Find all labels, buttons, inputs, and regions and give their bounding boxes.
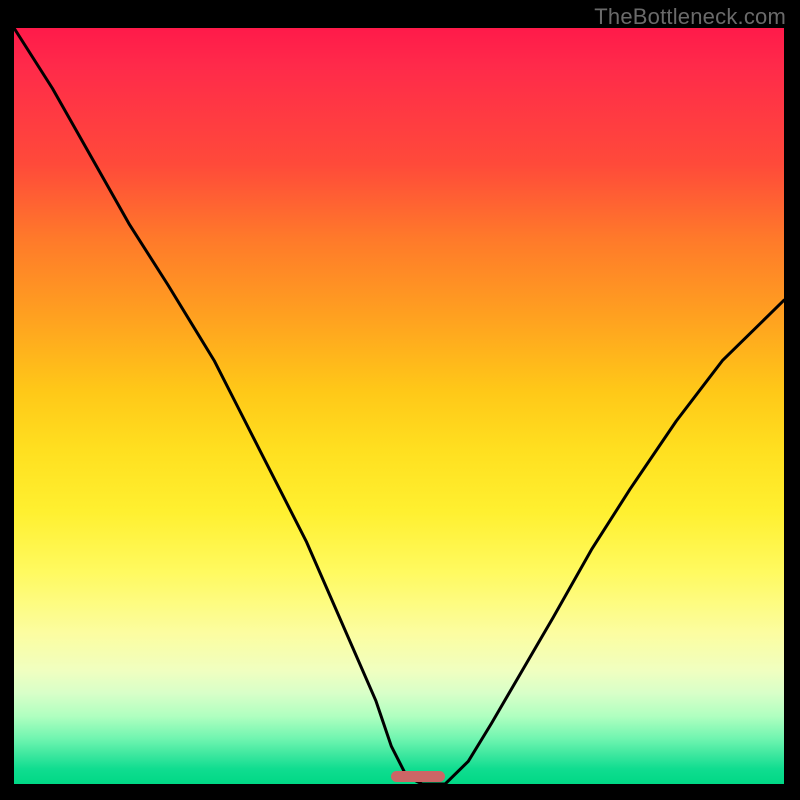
optimal-range-marker xyxy=(391,771,445,782)
chart-curve-svg xyxy=(14,28,784,784)
watermark-text: TheBottleneck.com xyxy=(594,4,786,30)
chart-frame xyxy=(14,28,784,784)
bottleneck-curve xyxy=(14,28,784,784)
